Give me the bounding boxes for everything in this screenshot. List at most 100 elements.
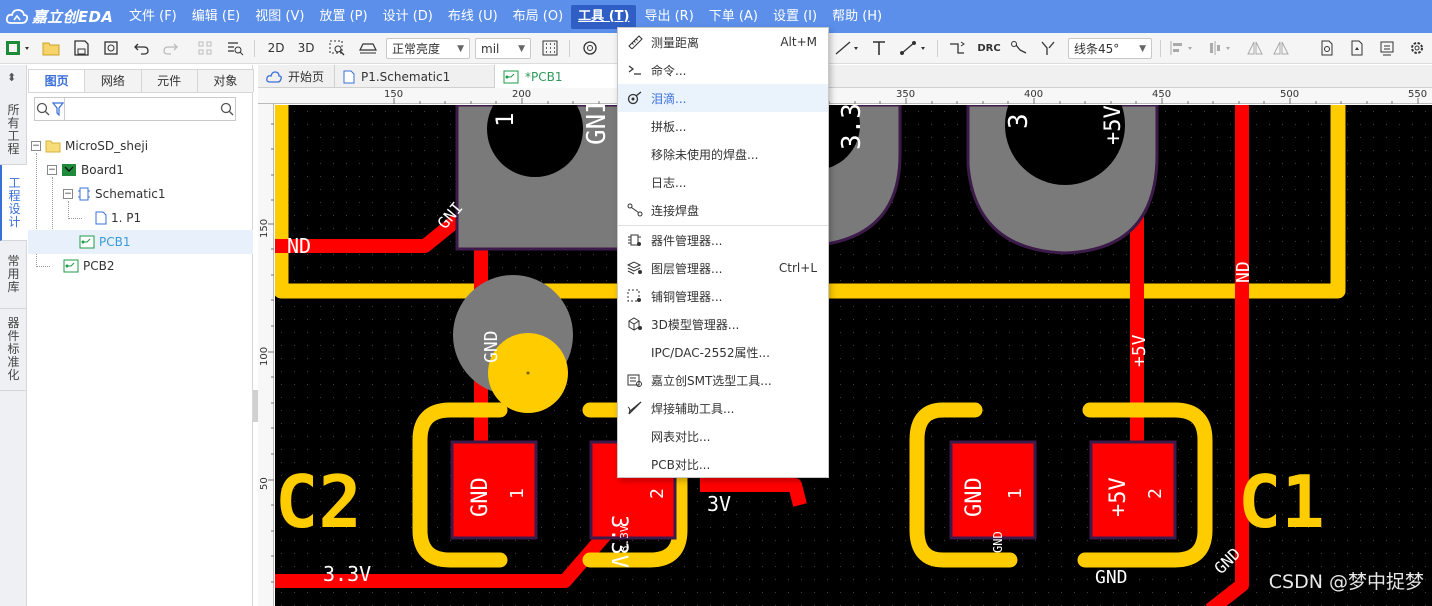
tab-nets[interactable]: 网络: [84, 69, 142, 92]
export-gerber-button[interactable]: [1346, 37, 1368, 59]
tab-schematic-p1[interactable]: P1.Schematic1: [335, 65, 495, 88]
view-3d-button[interactable]: 3D: [294, 37, 318, 59]
dimension-tool-button[interactable]: [898, 37, 930, 59]
menu-design[interactable]: 设计 (D): [376, 5, 440, 29]
collapse-icon[interactable]: −: [63, 189, 73, 199]
vtab-project-design[interactable]: 工程设计: [0, 165, 27, 241]
undo-button[interactable]: [130, 37, 152, 59]
align-grid-button[interactable]: [194, 37, 216, 59]
mirror-button[interactable]: [1270, 37, 1292, 59]
menu-item-log[interactable]: 日志...: [618, 168, 828, 196]
unit-select[interactable]: mil ▼: [475, 38, 531, 59]
line-tool-button[interactable]: [833, 37, 863, 59]
menu-item-layer-manager[interactable]: 图层管理器... Ctrl+L: [618, 254, 828, 282]
menu-item-connect-pads[interactable]: 连接焊盘: [618, 196, 828, 224]
tab-pages[interactable]: 图页: [28, 69, 86, 92]
menu-help[interactable]: 帮助 (H): [825, 5, 889, 29]
component-manager-icon: [618, 233, 651, 247]
menu-item-3d-model-manager[interactable]: 3D模型管理器...: [618, 310, 828, 338]
menu-edit[interactable]: 编辑 (E): [185, 5, 248, 29]
route-button[interactable]: [946, 37, 968, 59]
menu-view[interactable]: 视图 (V): [248, 5, 311, 29]
text-icon: [873, 41, 885, 55]
gear-icon: [1411, 42, 1423, 54]
pin-icon[interactable]: ⬍: [7, 71, 16, 84]
menu-layout[interactable]: 布局 (O): [506, 5, 571, 29]
menu-item-copper-manager[interactable]: 铺铜管理器...: [618, 282, 828, 310]
vtab-component-standard[interactable]: 器件标准化: [0, 309, 27, 391]
app-logo[interactable]: 嘉立创EDA: [0, 0, 122, 33]
settings-button[interactable]: [1406, 37, 1428, 59]
menu-item-ipc-properties[interactable]: IPC/DAC-2552属性...: [618, 338, 828, 366]
text-tool-button[interactable]: [868, 37, 890, 59]
menu-item-pcb-compare[interactable]: PCB对比...: [618, 450, 828, 478]
align-button[interactable]: [1168, 37, 1198, 59]
tree-item-schematic[interactable]: − Schematic1: [28, 182, 253, 206]
vtab-common-library[interactable]: 常用库: [0, 241, 27, 309]
menu-item-netlist-compare[interactable]: 网表对比...: [618, 422, 828, 450]
save-button[interactable]: [70, 37, 92, 59]
tab-pcb1[interactable]: *PCB1: [495, 65, 625, 88]
menu-item-remove-unused-pads[interactable]: 移除未使用的焊盘...: [618, 140, 828, 168]
redo-button[interactable]: [160, 37, 182, 59]
find-button[interactable]: [224, 37, 246, 59]
menu-file[interactable]: 文件 (F): [122, 5, 184, 29]
vtab-all-projects[interactable]: 所有工程: [0, 95, 27, 165]
grid-button[interactable]: [539, 37, 561, 59]
tab-components[interactable]: 元件: [140, 69, 198, 92]
distribute-button[interactable]: [1206, 37, 1236, 59]
export-doc-button[interactable]: [1316, 37, 1338, 59]
line-mode-select[interactable]: 线条45° ▼: [1068, 38, 1152, 59]
brightness-value: 正常亮度: [392, 42, 441, 56]
filter-icon[interactable]: [51, 98, 66, 120]
search-button-icon[interactable]: [219, 102, 235, 116]
grid-dots-icon: [198, 41, 212, 55]
menu-order[interactable]: 下单 (A): [702, 5, 765, 29]
menu-item-panelize[interactable]: 拼板...: [618, 112, 828, 140]
save-icon: [74, 40, 89, 56]
menu-settings[interactable]: 设置 (I): [766, 5, 824, 29]
pcb-canvas[interactable]: ND 1 GNI 3.3 3 +5V GNI GND +5V ND C2 C1 …: [275, 105, 1432, 606]
tab-start-page[interactable]: 开始页: [258, 65, 335, 88]
tree-item-project[interactable]: − MicroSD_sheji: [28, 134, 253, 158]
collapse-icon[interactable]: −: [47, 165, 57, 175]
new-project-button[interactable]: [4, 37, 34, 59]
brightness-select[interactable]: 正常亮度 ▼: [386, 38, 470, 59]
menu-export[interactable]: 导出 (R): [637, 5, 700, 29]
layer-view-button[interactable]: [357, 37, 379, 59]
search-icon: [35, 102, 51, 116]
tree-item-board[interactable]: − Board1: [28, 158, 253, 182]
tree-item-pcb1[interactable]: PCB1: [28, 230, 253, 254]
drc-button[interactable]: DRC: [976, 37, 1002, 59]
flip-button[interactable]: [1244, 37, 1266, 59]
menu-item-shortcut: Ctrl+L: [778, 261, 817, 275]
tree-item-label: Schematic1: [95, 187, 166, 201]
bom-button[interactable]: [1376, 37, 1398, 59]
pcb-drawing[interactable]: ND 1 GNI 3.3 3 +5V GNI GND +5V ND C2 C1 …: [275, 105, 1432, 606]
tree-item-pcb2[interactable]: PCB2: [28, 254, 253, 278]
document-tabs: 开始页 P1.Schematic1 *PCB1: [258, 65, 1432, 88]
save-all-button[interactable]: [100, 37, 122, 59]
diff-pair-button[interactable]: [1038, 37, 1060, 59]
document-icon: [1321, 40, 1333, 56]
left-search-input[interactable]: [65, 99, 220, 119]
view-2d-button[interactable]: 2D: [264, 37, 288, 59]
track-button[interactable]: [1008, 37, 1030, 59]
menu-item-solder-assist[interactable]: 焊接辅助工具...: [618, 394, 828, 422]
menu-item-component-manager[interactable]: 器件管理器...: [618, 226, 828, 254]
tab-objects[interactable]: 对象: [196, 69, 254, 92]
menu-route[interactable]: 布线 (U): [441, 5, 505, 29]
tree-item-page[interactable]: 1. P1: [28, 206, 253, 230]
ruler-label: 150: [384, 89, 404, 100]
via-button[interactable]: [579, 37, 601, 59]
menu-item-measure-distance[interactable]: 测量距离 Alt+M: [618, 28, 828, 56]
menu-item-command[interactable]: 命令...: [618, 56, 828, 84]
collapse-icon[interactable]: −: [31, 141, 41, 151]
open-folder-button[interactable]: [40, 37, 62, 59]
menu-item-smt-tool[interactable]: 嘉立创SMT选型工具...: [618, 366, 828, 394]
tools-menu-dropdown: 测量距离 Alt+M 命令... 泪滴... 拼板... 移除未使用的焊盘...…: [617, 27, 829, 478]
menu-item-teardrop[interactable]: 泪滴...: [618, 84, 828, 112]
zoom-area-button[interactable]: [327, 37, 349, 59]
menu-place[interactable]: 放置 (P): [312, 5, 374, 29]
menu-tools[interactable]: 工具 (T): [571, 4, 637, 29]
